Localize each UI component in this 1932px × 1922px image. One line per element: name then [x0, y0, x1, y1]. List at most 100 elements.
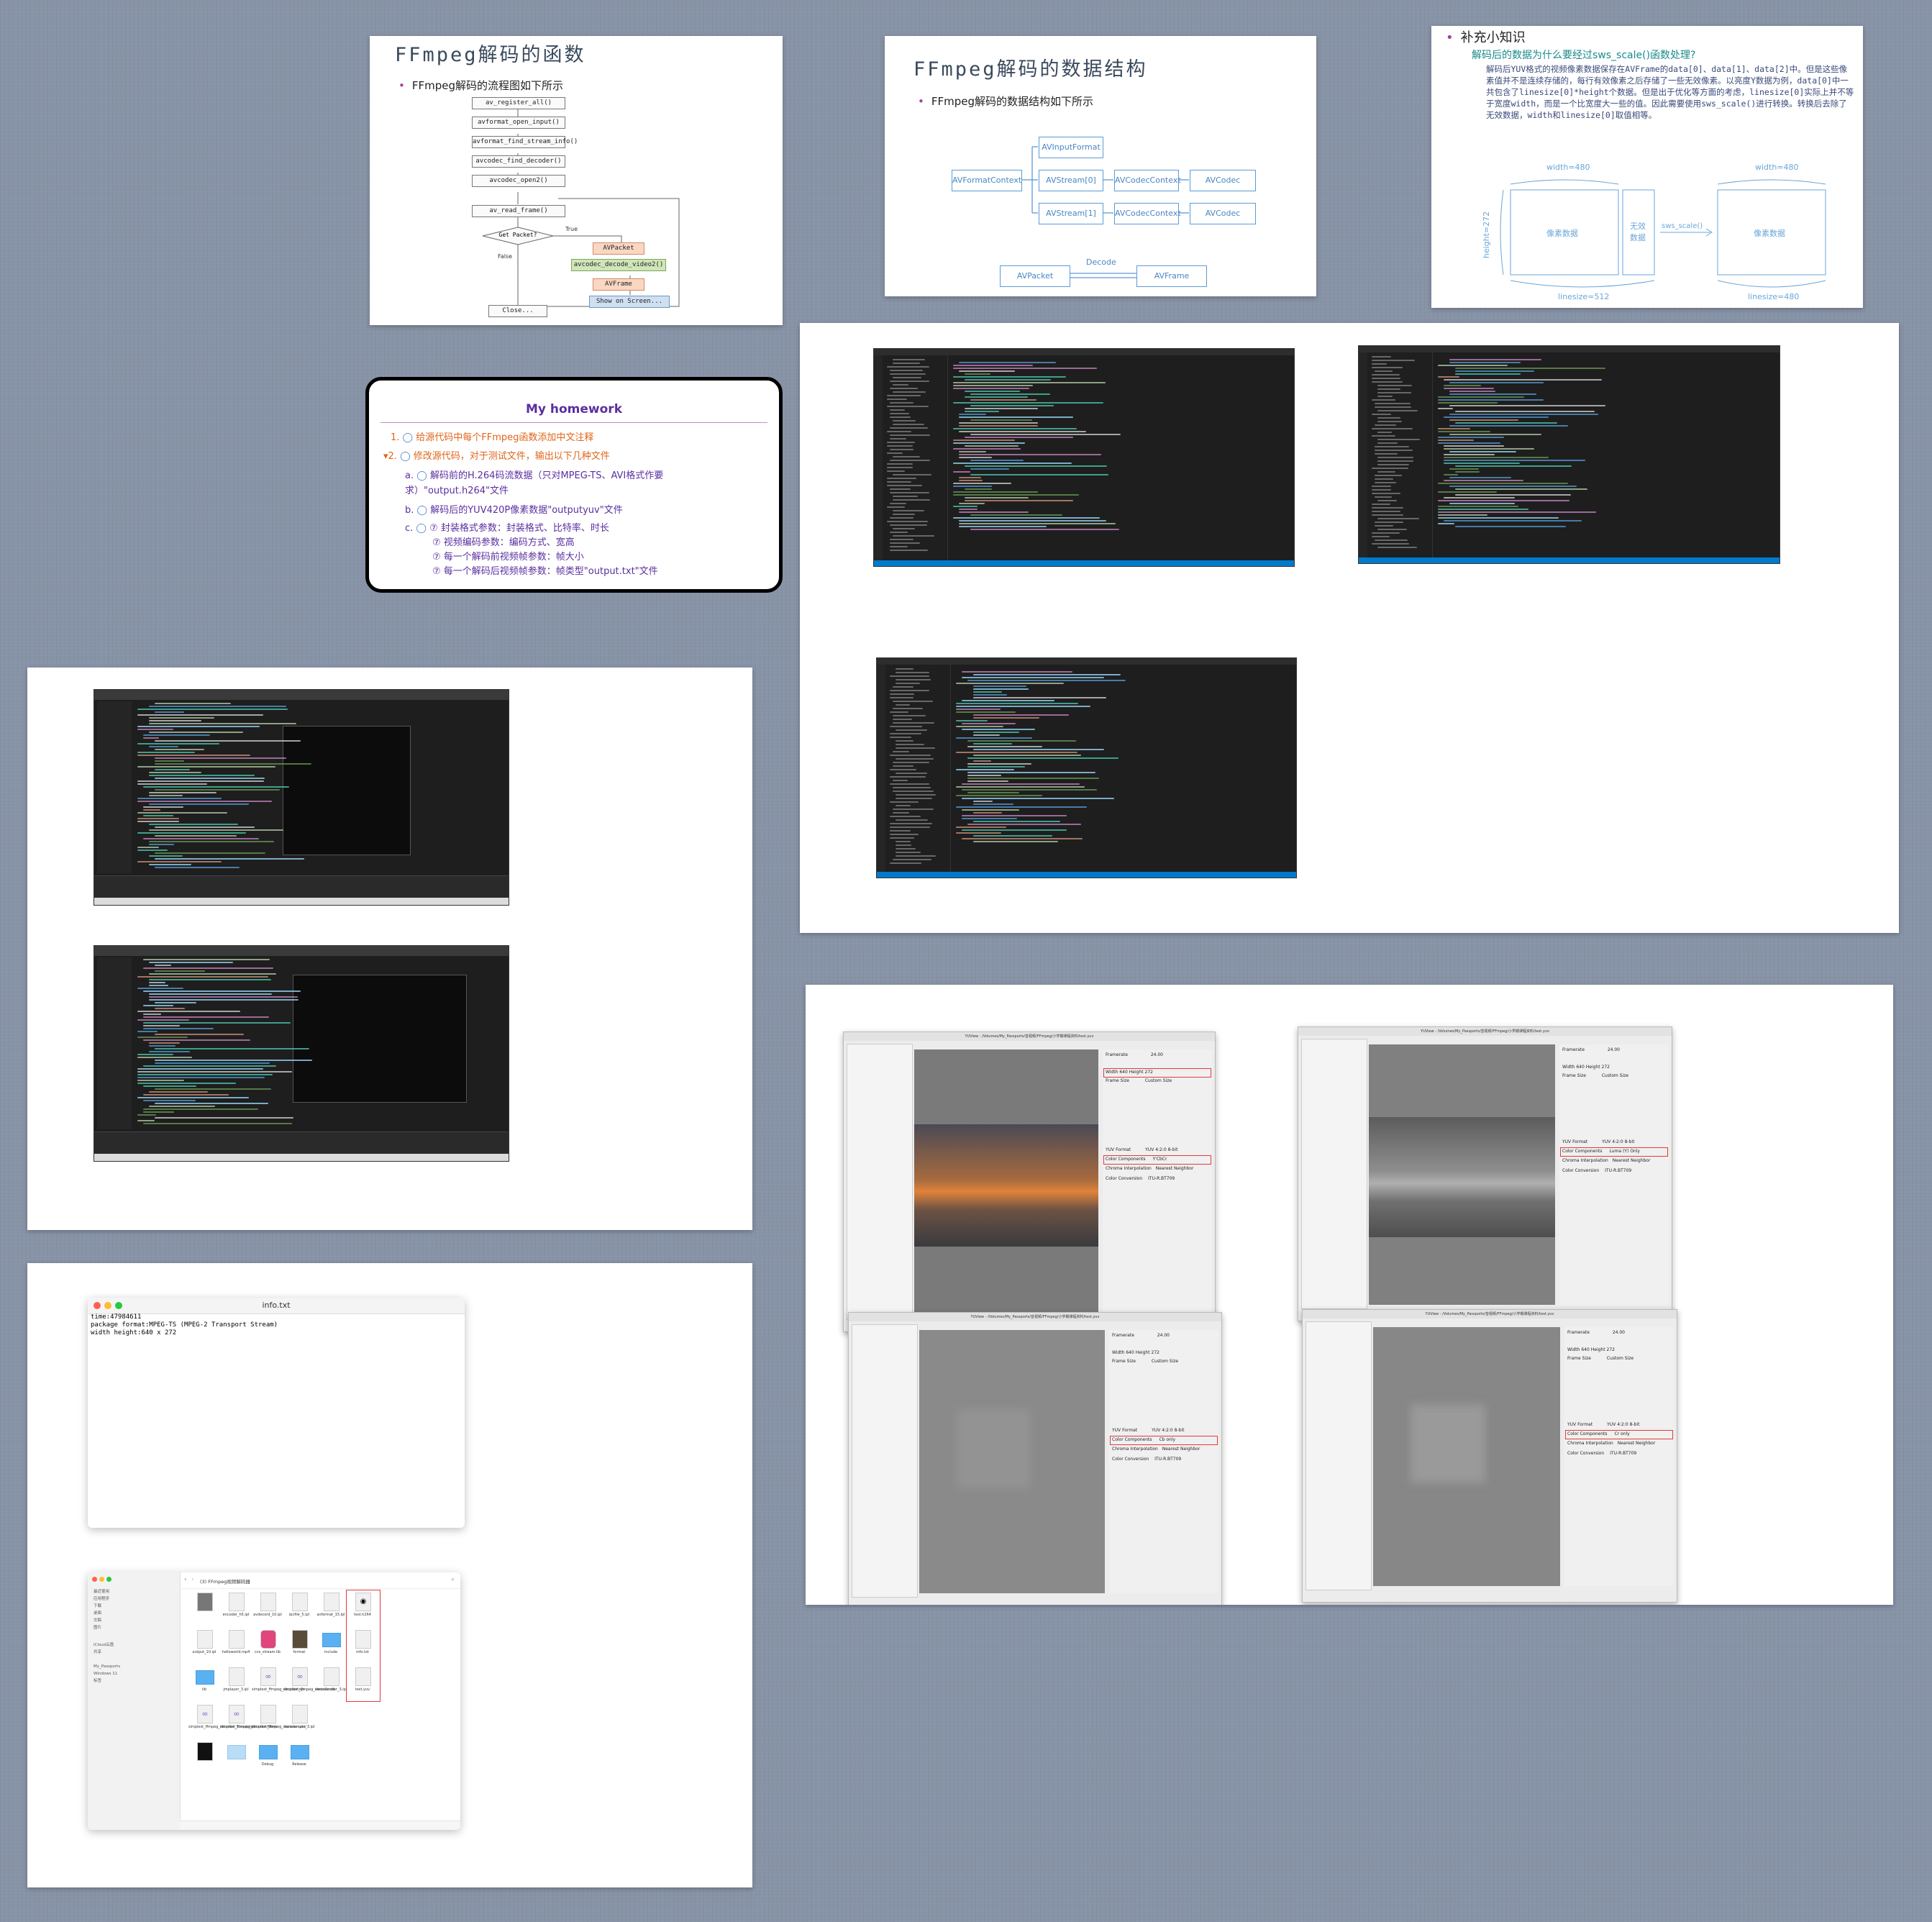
- flow-step-register: av_register_all(): [472, 97, 565, 109]
- explorer-item: [1372, 428, 1413, 429]
- window-title: info.txt: [262, 1301, 291, 1310]
- code-line: [973, 743, 1013, 744]
- code-line: [956, 711, 1016, 713]
- vscode-screenshot-1: [873, 348, 1295, 567]
- explorer-item: [893, 510, 924, 511]
- explorer-item: [887, 506, 906, 508]
- sidebar-item[interactable]: 标签: [94, 1677, 120, 1685]
- sidebar-item[interactable]: 桌面: [94, 1610, 120, 1617]
- file-item[interactable]: swresample_3.ipl: [283, 1705, 315, 1738]
- pixel-right-label: 像素数据: [1754, 229, 1785, 238]
- file-item[interactable]: Release: [283, 1742, 315, 1775]
- code-line: [1438, 399, 1544, 401]
- code-line: [1438, 428, 1470, 429]
- file-item[interactable]: output_10.ipl: [188, 1630, 220, 1663]
- file-item[interactable]: ∞ simplest_ffmpeg_decoder.sys: [252, 1667, 304, 1700]
- file-item[interactable]: format: [283, 1630, 315, 1663]
- file-icon: [324, 1667, 340, 1686]
- file-item[interactable]: avdecord_10.ipl: [252, 1593, 283, 1626]
- file-item[interactable]: ∞ simplest_ffmpeg_decoder_5.vcxproj: [188, 1705, 253, 1738]
- code-line: [1438, 509, 1529, 510]
- code-line: [137, 780, 264, 782]
- file-item[interactable]: ∞ simplest_ffmpeg_decoder.sln: [283, 1667, 335, 1700]
- code-line: [149, 982, 166, 983]
- explorer-item: [893, 780, 908, 781]
- file-item[interactable]: lib: [188, 1667, 220, 1700]
- file-item[interactable]: avformat_15.ipl: [315, 1593, 347, 1626]
- code-line: [1438, 491, 1497, 493]
- code-line: [1438, 431, 1490, 432]
- file-item[interactable]: [188, 1742, 220, 1775]
- code-line: [967, 772, 1095, 773]
- file-item[interactable]: Debug: [252, 1742, 283, 1775]
- code-line: [973, 697, 1106, 698]
- file-item[interactable]: ipcfile_5.ipl: [283, 1593, 315, 1626]
- file-item[interactable]: include: [315, 1630, 347, 1663]
- sidebar-item[interactable]: 最近使用: [94, 1588, 120, 1595]
- file-item[interactable]: [188, 1593, 220, 1626]
- explorer-item: [1372, 381, 1403, 383]
- sidebar-item[interactable]: iCloud云盘: [94, 1641, 120, 1649]
- back-icon[interactable]: ‹: [184, 1576, 187, 1583]
- flow-step-open-input: avformat_open_input(): [472, 117, 565, 129]
- node-avcodec-1: AVCodec: [1190, 203, 1256, 224]
- file-item[interactable]: encoder_h5.ipl: [220, 1593, 252, 1626]
- sidebar-item[interactable]: Windows 11: [94, 1670, 120, 1677]
- file-item[interactable]: [220, 1742, 252, 1775]
- code-line: [143, 1111, 175, 1113]
- file-icon: [229, 1593, 245, 1611]
- vs-file-icon: ∞: [229, 1705, 245, 1723]
- explorer-item: [1375, 406, 1411, 408]
- app-icon: [260, 1630, 276, 1649]
- code-line: [953, 483, 1011, 484]
- code-line: [1444, 497, 1515, 498]
- flow-step-close: Close...: [488, 305, 547, 317]
- explorer-item: [893, 535, 935, 537]
- code-line: [155, 1103, 269, 1104]
- code-line: [959, 422, 1038, 424]
- code-line: [956, 806, 1087, 808]
- explorer-item: [890, 542, 921, 544]
- sidebar-item[interactable]: 图片: [94, 1624, 120, 1631]
- code-line: [149, 732, 243, 733]
- code-line: [1449, 451, 1517, 452]
- file-item[interactable]: ∞ simplest_ffmpeg_decoder.filters: [220, 1705, 278, 1738]
- code-line: [956, 826, 1007, 828]
- yuview-window-3: YUView - /Volumes/My_Passports/音视频/FFmpe…: [848, 1312, 1222, 1605]
- sidebar-item[interactable]: 应用程序: [94, 1595, 120, 1603]
- code-line: [137, 1080, 184, 1081]
- code-line: [155, 1002, 197, 1003]
- sidebar-item[interactable]: 下载: [94, 1603, 120, 1610]
- flow-step-decode-video2: avcodec_decode_video2(): [571, 259, 666, 271]
- sidebar-item[interactable]: 文稿: [94, 1617, 120, 1624]
- code-line: [956, 720, 988, 721]
- slide-decode-structures: FFmpeg解码的数据结构 FFmpeg解码的数据结构如下所示 AVFormat…: [885, 36, 1316, 296]
- code-line: [155, 1034, 245, 1035]
- file-item[interactable]: jmplayer_3.ipl: [220, 1667, 252, 1700]
- folder-icon: [196, 1670, 214, 1685]
- code-line: [1449, 405, 1605, 406]
- code-line: [137, 1057, 193, 1058]
- explorer-item: [1375, 446, 1410, 447]
- file-item[interactable]: helloworld.mp4: [220, 1630, 252, 1663]
- explorer-item: [896, 740, 913, 742]
- sidebar-item[interactable]: My_Passports: [94, 1663, 120, 1670]
- explorer-item: [890, 460, 930, 461]
- file-item[interactable]: simplest_ffmpeg_decoder.user: [252, 1705, 306, 1738]
- file-icon: [229, 1667, 245, 1686]
- code-line: [1455, 488, 1587, 490]
- explorer-item: [893, 719, 913, 720]
- properties-panel: Framerate 24.00 Width 640 Height 272 Fra…: [1103, 1049, 1212, 1316]
- code-line: [137, 861, 222, 862]
- highlight-size: [1103, 1068, 1211, 1078]
- file-icon: [197, 1593, 213, 1611]
- code-line: [956, 786, 1085, 788]
- code-line: [959, 414, 987, 415]
- forward-icon[interactable]: ›: [191, 1576, 194, 1583]
- explorer-item: [1375, 453, 1398, 455]
- search-icon[interactable]: ⌕: [452, 1576, 455, 1583]
- sidebar-item[interactable]: 共享: [94, 1649, 120, 1656]
- file-item[interactable]: cvs_stream.lib: [252, 1630, 283, 1663]
- file-item[interactable]: swscaleoder_3.ipl: [315, 1667, 347, 1700]
- explorer-item: [893, 791, 934, 792]
